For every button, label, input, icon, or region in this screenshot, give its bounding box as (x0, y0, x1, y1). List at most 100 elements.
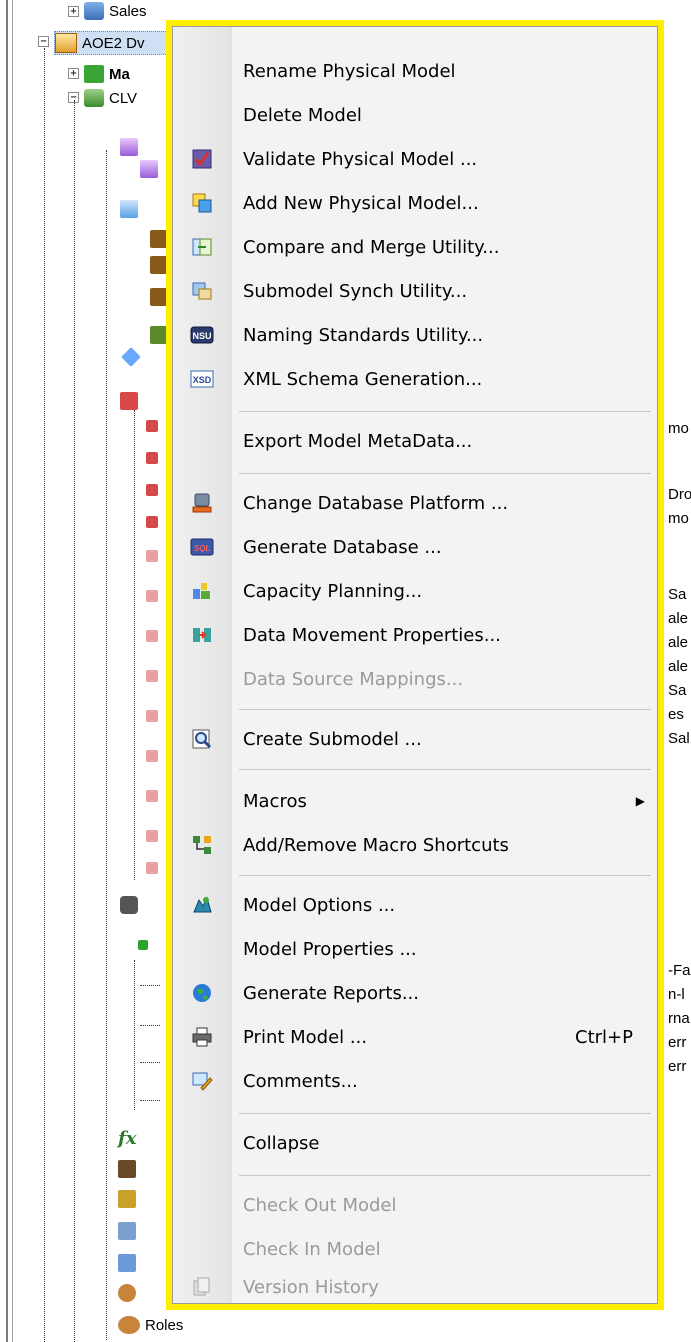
function-icon: fx (118, 1128, 137, 1149)
menu-item-validate-physical-model[interactable]: Validate Physical Model ... (173, 139, 657, 179)
roles-icon (118, 1316, 140, 1334)
partial-text: err (668, 1034, 687, 1051)
partial-text: ale (668, 610, 689, 627)
subject-icon (146, 710, 158, 722)
menu-icon-slot (173, 659, 231, 699)
xsd-icon: XSD (173, 359, 231, 399)
menu-item-print-model[interactable]: Print Model ... Ctrl+P (173, 1017, 657, 1057)
svg-text:SQL: SQL (194, 544, 211, 553)
menu-item-collapse[interactable]: Collapse (173, 1123, 657, 1163)
tree-node-label: AOE2 Dv (82, 34, 145, 52)
subject-icon (146, 790, 158, 802)
menu-item-add-new-physical-model[interactable]: Add New Physical Model... (173, 183, 657, 223)
menu-item-comments[interactable]: Comments... (173, 1061, 657, 1101)
tree-line (134, 410, 135, 880)
menu-item-label: Submodel Synch Utility... (243, 280, 468, 302)
menu-item-delete-model[interactable]: Delete Model (173, 95, 657, 135)
transform-icon (118, 1190, 136, 1208)
menu-item-generate-reports[interactable]: Generate Reports... (173, 973, 657, 1013)
menu-item-label: Export Model MetaData... (243, 430, 473, 452)
user-icon (118, 1284, 136, 1302)
menu-item-capacity-planning[interactable]: Capacity Planning... (173, 571, 657, 611)
menu-separator (239, 709, 651, 710)
printer-icon (173, 1017, 231, 1057)
macro-shortcuts-icon (173, 825, 231, 865)
menu-item-label: Macros (243, 790, 307, 812)
menu-item-rename-physical-model[interactable]: Rename Physical Model (173, 51, 657, 91)
menu-item-export-metadata[interactable]: Export Model MetaData... (173, 421, 657, 461)
entity-icon (150, 230, 168, 248)
tree-node-roles[interactable]: Roles (118, 1314, 183, 1336)
table-folder-icon (120, 200, 138, 218)
partial-text: ale (668, 634, 689, 651)
submodel-synch-icon (173, 271, 231, 311)
menu-item-data-movement[interactable]: Data Movement Properties... (173, 615, 657, 655)
menu-icon-slot (173, 1123, 231, 1163)
partial-text: Sal (668, 730, 690, 747)
menu-item-label: Capacity Planning... (243, 580, 423, 602)
menu-item-data-source-mappings[interactable]: Data Source Mappings... (173, 659, 657, 699)
menu-item-model-options[interactable]: Model Options ... (173, 885, 657, 925)
tree-node-sales[interactable]: Sales (84, 0, 147, 22)
menu-item-create-submodel[interactable]: Create Submodel ... (173, 719, 657, 759)
partial-text: mo (668, 510, 689, 527)
menu-item-label: Print Model ... (243, 1026, 368, 1048)
theme-icon (120, 138, 138, 156)
menu-item-label: Generate Reports... (243, 982, 420, 1004)
menu-item-label: Delete Model (243, 104, 362, 126)
menu-separator (239, 769, 651, 770)
menu-item-compare-and-merge[interactable]: Compare and Merge Utility... (173, 227, 657, 267)
menu-item-version-history[interactable]: Version History (173, 1267, 657, 1307)
capacity-planning-icon (173, 571, 231, 611)
tree-line (44, 48, 45, 1342)
menu-separator (239, 411, 651, 412)
theme-icon (140, 160, 158, 178)
expand-sales-button[interactable]: + (68, 6, 79, 17)
domain-icon (121, 347, 141, 367)
report-icon (118, 1254, 136, 1272)
expand-ma-button[interactable]: + (68, 68, 79, 79)
tree-node-clv[interactable]: CLV (84, 87, 137, 109)
partial-text: rna (668, 1010, 690, 1027)
menu-item-generate-database[interactable]: SQL Generate Database ... (173, 527, 657, 567)
entity-icon (150, 288, 168, 306)
magnifier-icon (173, 719, 231, 759)
relationship-icon (146, 484, 158, 496)
menu-item-label: Version History (243, 1276, 379, 1298)
tree-node-label: Roles (145, 1316, 184, 1334)
menu-item-label: Rename Physical Model (243, 60, 456, 82)
menu-item-naming-standards[interactable]: NSU Naming Standards Utility... (173, 315, 657, 355)
menu-item-label: Comments... (243, 1070, 358, 1092)
menu-separator (239, 1175, 651, 1176)
menu-item-add-remove-macro-shortcuts[interactable]: Add/Remove Macro Shortcuts (173, 825, 657, 865)
menu-item-submodel-synch[interactable]: Submodel Synch Utility... (173, 271, 657, 311)
entity-icon (150, 256, 168, 274)
tree-line (140, 1062, 160, 1063)
relationship-icon (146, 516, 158, 528)
comments-icon (173, 1061, 231, 1101)
context-menu: Rename Physical Model Delete Model Valid… (172, 26, 658, 1304)
panel-left-border (6, 0, 8, 1342)
server-icon (120, 896, 138, 914)
menu-item-label: Check In Model (243, 1238, 381, 1260)
collapse-aoe2-button[interactable]: − (38, 36, 49, 47)
menu-item-xml-schema[interactable]: XSD XML Schema Generation... (173, 359, 657, 399)
subject-icon (146, 750, 158, 762)
menu-item-label: Add New Physical Model... (243, 192, 479, 214)
menu-item-label: Model Properties ... (243, 938, 417, 960)
partial-text: -Fa (668, 962, 691, 979)
subject-icon (146, 670, 158, 682)
sql-icon: SQL (173, 527, 231, 567)
menu-item-check-in-model[interactable]: Check In Model (173, 1229, 657, 1269)
data-movement-icon (173, 615, 231, 655)
menu-item-label: Change Database Platform ... (243, 492, 509, 514)
tree-node-ma[interactable]: Ma (84, 63, 130, 85)
menu-icon-slot (173, 929, 231, 969)
menu-item-change-database-platform[interactable]: Change Database Platform ... (173, 483, 657, 523)
menu-item-check-out-model[interactable]: Check Out Model (173, 1185, 657, 1225)
menu-item-macros[interactable]: Macros ▶ (173, 781, 657, 821)
submenu-arrow-icon: ▶ (635, 794, 645, 808)
nsu-icon: NSU (173, 315, 231, 355)
menu-item-model-properties[interactable]: Model Properties ... (173, 929, 657, 969)
menu-item-label: Compare and Merge Utility... (243, 236, 500, 258)
